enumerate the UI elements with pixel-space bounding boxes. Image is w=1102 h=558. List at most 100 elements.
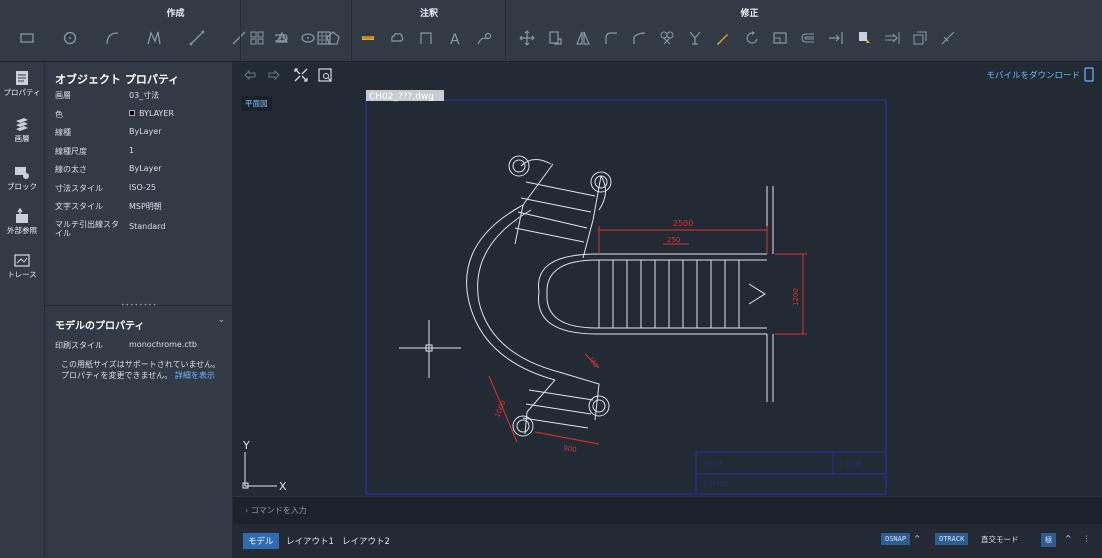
polygon-icon[interactable] — [273, 29, 291, 47]
property-value: ByLayer — [129, 127, 162, 136]
property-label: 線種 — [55, 128, 71, 137]
model-properties-section: モデルのプロパティ ⌄ 印刷スタイル monochrome.ctb この用紙サイズ… — [45, 314, 233, 381]
array-icon[interactable] — [248, 29, 266, 47]
offset-icon[interactable] — [799, 29, 817, 47]
arc-icon[interactable] — [103, 29, 121, 47]
stretch-icon[interactable] — [771, 29, 789, 47]
polar-menu-icon[interactable]: ^ — [1065, 534, 1071, 543]
ortho-toggle[interactable]: 直交モード — [981, 534, 1019, 545]
cloud-icon[interactable] — [388, 29, 406, 47]
copy-icon[interactable] — [546, 29, 564, 47]
tab-layout1[interactable]: レイアウト1 — [281, 533, 339, 549]
polyline-icon[interactable] — [145, 29, 163, 47]
property-value: monochrome.ctb — [129, 340, 197, 349]
pentagon-icon[interactable] — [324, 29, 342, 47]
property-label: 色 — [55, 109, 63, 119]
rail-label: トレース — [7, 270, 37, 279]
rail-item-xref[interactable]: 外部参照 — [0, 208, 44, 236]
status-bar: モデル レイアウト1 レイアウト2 OSNAP ^ OTRACK 直交モード 極… — [233, 524, 1102, 558]
rail-item-block[interactable]: ブロック — [0, 166, 44, 192]
ucs-icon — [242, 452, 277, 489]
ribbon-group-array-helper — [240, 0, 352, 62]
tab-model[interactable]: モデル — [243, 533, 279, 549]
trim-icon[interactable] — [686, 29, 704, 47]
text-icon[interactable]: A — [446, 29, 464, 47]
otrack-toggle[interactable]: OTRACK — [935, 533, 969, 545]
titleblock-a: ?????? — [703, 461, 722, 468]
slash-tool-icon[interactable] — [939, 29, 957, 47]
rail-item-properties[interactable]: プロパティ — [0, 70, 44, 98]
more-icon[interactable]: ⋮ — [1083, 534, 1091, 543]
property-value: ByLayer — [129, 164, 162, 173]
resize-handle[interactable]: •••••••• — [121, 302, 157, 309]
rotate-icon[interactable] — [743, 29, 761, 47]
cad-drawing: ?????? ? 1:100 ???????? CH02_???.dwg 250… — [242, 90, 887, 495]
osnap-menu-icon[interactable]: ^ — [914, 534, 920, 543]
scale-icon[interactable] — [658, 29, 676, 47]
line-icon[interactable] — [188, 29, 206, 47]
dim-1200: 1200 — [792, 288, 800, 306]
property-row[interactable]: 文字スタイル MSP明朝 — [45, 197, 232, 216]
property-row[interactable]: 線種 ByLayer — [45, 123, 232, 142]
property-label: 印刷スタイル — [55, 341, 103, 350]
ribbon-toolbar: 作成 注釈 A 修正 — [0, 0, 1102, 62]
move-icon[interactable] — [518, 29, 536, 47]
dim-900: 900 — [563, 444, 578, 454]
rail-label: プロパティ — [3, 88, 41, 97]
rail-item-layers[interactable]: 画層 — [0, 116, 44, 144]
rail-item-trace[interactable]: トレース — [0, 254, 44, 280]
rail-label: ブロック — [7, 182, 37, 191]
explode-icon[interactable] — [911, 29, 929, 47]
ucs-y-label: Y — [242, 439, 250, 452]
titleblock-c: ???????? — [703, 481, 728, 488]
property-value: BYLAYER — [139, 108, 174, 118]
fillet-icon[interactable] — [602, 29, 620, 47]
property-label: 線種尺度 — [55, 146, 87, 156]
section-title: モデルのプロパティ — [55, 321, 145, 332]
properties-panel: オブジェクト プロパティ 画層 03_寸法 色 BYLAYER 線種 ByLayer … — [44, 62, 233, 558]
stair-linework — [399, 155, 774, 437]
command-input[interactable]: › コマンドを入力 — [245, 505, 307, 516]
xref-icon — [16, 208, 28, 223]
pencil-icon[interactable] — [714, 29, 732, 47]
extend-icon[interactable] — [827, 29, 845, 47]
property-row[interactable]: 画層 03_寸法 — [45, 86, 232, 105]
left-rail: プロパティ 画層 ブロック 外部参照 トレース — [0, 62, 44, 558]
circle-icon[interactable] — [61, 29, 79, 47]
property-row[interactable]: 線の太さ ByLayer — [45, 160, 232, 179]
property-value-wrap: BYLAYER — [129, 109, 174, 118]
layers-icon — [16, 118, 28, 131]
property-row[interactable]: マルチ引出線スタイル Standard — [45, 216, 232, 242]
collapse-icon[interactable]: ⌄ — [217, 315, 225, 325]
drawing-canvas[interactable]: モバイルをダウンロード 平面図 ?????? ? 1:100 ???????? … — [233, 62, 1102, 496]
property-value: 1 — [129, 145, 135, 155]
property-value: MSP明朝 — [129, 202, 162, 211]
details-link[interactable]: 詳細を表示 — [175, 371, 215, 380]
rectangle-icon[interactable] — [18, 29, 36, 47]
properties-icon — [16, 71, 28, 85]
polar-toggle[interactable]: 極 — [1041, 533, 1056, 547]
rail-label: 外部参照 — [7, 226, 37, 235]
property-row[interactable]: 印刷スタイル monochrome.ctb — [45, 336, 233, 355]
ribbon-group-modify: 修正 — [507, 0, 1102, 62]
dimension-icon[interactable] — [417, 29, 435, 47]
chamfer-icon[interactable] — [630, 29, 648, 47]
break-icon[interactable] — [883, 29, 901, 47]
mirror-icon[interactable] — [574, 29, 592, 47]
leader-icon[interactable] — [475, 29, 493, 47]
property-label: マルチ引出線スタイル — [55, 219, 119, 238]
tab-layout2[interactable]: レイアウト2 — [337, 533, 395, 549]
property-value: Standard — [129, 221, 166, 231]
drawing-name: CH02_???.dwg — [369, 92, 434, 102]
color-swatch — [129, 110, 135, 116]
property-row[interactable]: 線種尺度 1 — [45, 142, 232, 161]
osnap-toggle[interactable]: OSNAP — [881, 533, 911, 545]
measure-icon[interactable] — [359, 29, 377, 47]
property-row[interactable]: 色 BYLAYER — [45, 105, 232, 124]
match-icon[interactable] — [855, 29, 873, 47]
titleblock-b: ? 1:100 — [839, 461, 862, 468]
ellipse-icon[interactable] — [299, 29, 317, 47]
property-row[interactable]: 寸法スタイル ISO-25 — [45, 179, 232, 198]
object-properties-list: 画層 03_寸法 色 BYLAYER 線種 ByLayer 線種尺度 1 線の太さ ByL… — [45, 86, 232, 242]
command-line[interactable]: › コマンドを入力 — [233, 496, 1102, 524]
